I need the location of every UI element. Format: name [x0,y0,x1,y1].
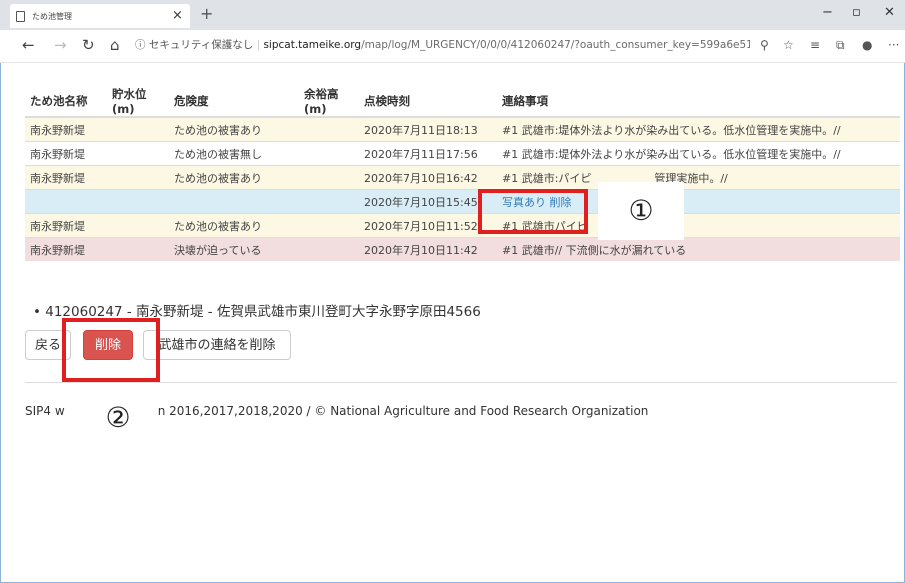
cell-level [107,165,169,190]
cell-name: 南永野新堤 [25,237,107,261]
callout-2: ② [78,394,158,442]
cell-risk: 決壊が迫っている [169,237,299,261]
table-row: 南永野新堤 ため池の被害あり 2020年7月11日18:13 #1 武雄市:堤体… [25,116,900,142]
page-icon [16,11,25,22]
cell-margin [299,237,359,261]
cell-margin [299,189,359,214]
cell-note: #1 武雄市:パイピ 管理実施中。// [497,165,900,190]
table-row: 南永野新堤 ため池の被害あり 2020年7月10日16:42 #1 武雄市:パイ… [25,165,900,190]
delete-city-messages-button[interactable]: 武雄市の連絡を削除 [143,330,291,360]
highlight-box-2 [62,318,160,382]
url-field[interactable]: ⓘ セキュリティ保護なし | sipcat.tameike.org/map/lo… [135,37,750,55]
cell-time: 2020年7月10日16:42 [359,165,497,190]
header-name: ため池名称 [25,86,107,118]
divider [25,382,897,383]
back-arrow-icon[interactable]: ← [22,36,35,54]
cell-margin [299,116,359,142]
cell-risk: ため池の被害あり [169,213,299,238]
tab-title: ため池管理 [32,12,72,21]
cell-level [107,213,169,238]
browser-tab[interactable]: ため池管理 × [10,4,190,28]
cell-name: 南永野新堤 [25,141,107,166]
collections-icon[interactable]: ⧉ [836,38,845,53]
cell-name: 南永野新堤 [25,165,107,190]
more-menu-icon[interactable]: ··· [888,38,899,52]
favorites-list-icon[interactable]: ≡ [810,38,820,52]
close-window-icon[interactable]: ✕ [884,5,895,20]
restore-icon[interactable]: ▫ [852,5,861,20]
header-risk: 危険度 [169,86,299,118]
cell-risk [169,189,299,214]
cell-note: #1 武雄市// 下流側に水が漏れている [497,237,900,261]
header-note: 連絡事項 [497,86,900,118]
cell-time: 2020年7月10日11:42 [359,237,497,261]
cell-margin [299,141,359,166]
cell-level [107,237,169,261]
tab-bar: ため池管理 × + − ▫ ✕ [0,0,905,30]
refresh-icon[interactable]: ↻ [82,36,95,54]
forward-arrow-icon[interactable]: → [54,36,67,54]
table-row-photo: 2020年7月10日15:45 写真あり 削除 [25,189,900,214]
minimize-icon[interactable]: − [822,5,833,20]
address-bar: ← → ↻ ⌂ ⓘ セキュリティ保護なし | sipcat.tameike.or… [0,30,905,63]
cell-name: 南永野新堤 [25,213,107,238]
callout-1: ① [598,182,684,240]
cell-risk: ため池の被害無し [169,141,299,166]
tab-close-button[interactable]: × [172,8,183,23]
cell-level [107,141,169,166]
table-row: 南永野新堤 ため池の被害あり 2020年7月10日11:52 #1 武雄市パイピ [25,213,900,238]
cell-time: 2020年7月10日15:45 [359,189,497,214]
cell-time: 2020年7月11日17:56 [359,141,497,166]
cell-risk: ため池の被害あり [169,165,299,190]
cell-risk: ため池の被害あり [169,116,299,142]
url-path: /map/log/M_URGENCY/0/0/0/412060247/?oaut… [361,39,750,51]
home-icon[interactable]: ⌂ [110,36,120,54]
cell-margin [299,213,359,238]
security-label: ⓘ セキュリティ保護なし [135,39,254,51]
url-host: sipcat.tameike.org [263,39,362,51]
table-header-row: ため池名称 貯水位(m) 危険度 余裕高(m) 点検時刻 連絡事項 [25,86,900,118]
table-row: 南永野新堤 決壊が迫っている 2020年7月10日11:42 #1 武雄市// … [25,237,900,261]
cell-time: 2020年7月11日18:13 [359,116,497,142]
header-margin: 余裕高(m) [299,86,359,118]
header-level: 貯水位(m) [107,86,169,118]
cell-margin [299,165,359,190]
cell-level [107,189,169,214]
cell-note: #1 武雄市:堤体外法より水が染み出ている。低水位管理を実施中。// [497,116,900,142]
zoom-icon[interactable]: ⚲ [760,38,769,52]
cell-name [25,189,107,214]
cell-time: 2020年7月10日11:52 [359,213,497,238]
header-time: 点検時刻 [359,86,497,118]
cell-level [107,116,169,142]
new-tab-button[interactable]: + [200,4,213,23]
cell-note: #1 武雄市:堤体外法より水が染み出ている。低水位管理を実施中。// [497,141,900,166]
favorite-star-icon[interactable]: ☆ [783,38,794,52]
table-row: 南永野新堤 ため池の被害無し 2020年7月11日17:56 #1 武雄市:堤体… [25,141,900,166]
highlight-box-1 [478,189,588,234]
cell-name: 南永野新堤 [25,116,107,142]
profile-icon[interactable]: ● [862,38,872,52]
pond-location-link[interactable]: • 412060247 - 南永野新堤 - 佐賀県武雄市東川登町大字永野字原田4… [33,300,481,320]
inspection-log-table: ため池名称 貯水位(m) 危険度 余裕高(m) 点検時刻 連絡事項 南永野新堤 … [25,86,900,261]
